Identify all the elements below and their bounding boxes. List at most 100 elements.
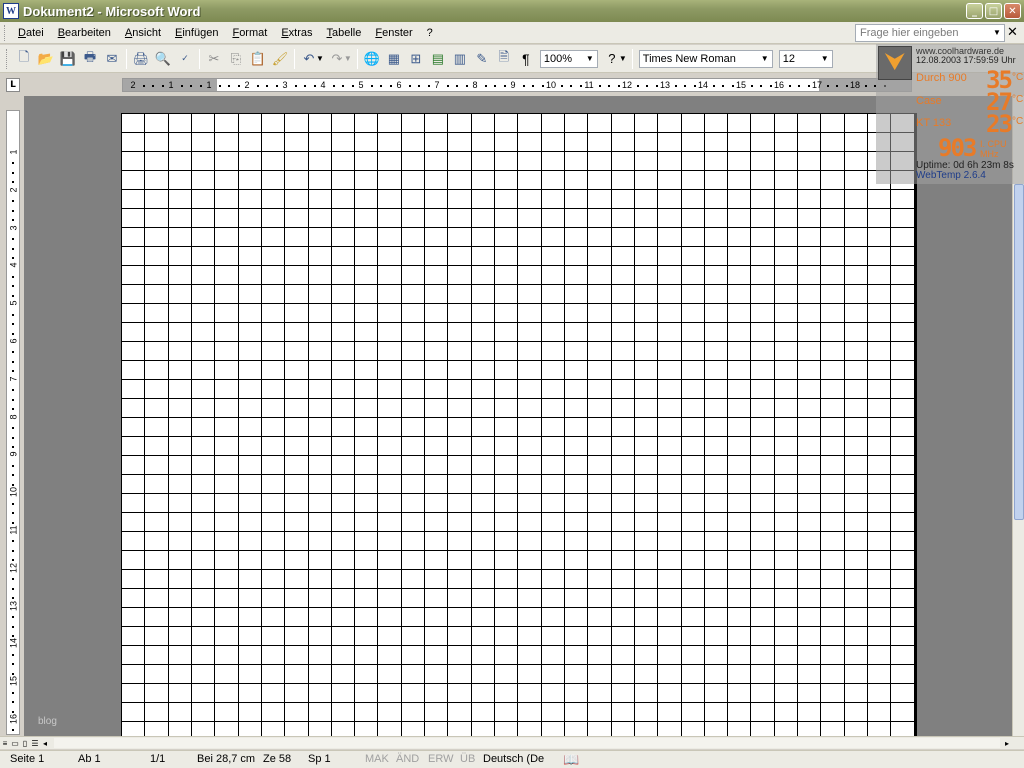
table-cell[interactable]	[680, 683, 705, 703]
table-cell[interactable]	[540, 341, 565, 361]
table-cell[interactable]	[120, 474, 146, 494]
table-cell[interactable]	[237, 436, 262, 456]
table-cell[interactable]	[820, 322, 845, 342]
table-cell[interactable]	[330, 683, 356, 703]
tables-borders-icon[interactable]: ▦	[383, 48, 405, 70]
table-cell[interactable]	[190, 569, 216, 589]
table-cell[interactable]	[447, 531, 472, 551]
table-cell[interactable]	[493, 189, 519, 209]
table-cell[interactable]	[797, 208, 822, 228]
table-cell[interactable]	[307, 379, 332, 399]
table-cell[interactable]	[214, 569, 239, 589]
table-cell[interactable]	[214, 550, 239, 570]
table-cell[interactable]	[820, 531, 845, 551]
table-cell[interactable]	[144, 683, 169, 703]
table-cell[interactable]	[563, 550, 589, 570]
table-cell[interactable]	[610, 455, 635, 475]
table-cell[interactable]	[866, 645, 892, 665]
table-cell[interactable]	[657, 189, 682, 209]
table-cell[interactable]	[424, 227, 449, 247]
table-cell[interactable]	[797, 265, 822, 285]
table-cell[interactable]	[493, 303, 519, 323]
table-cell[interactable]	[517, 284, 542, 304]
table-cell[interactable]	[354, 512, 379, 532]
table-cell[interactable]	[167, 170, 192, 190]
table-cell[interactable]	[120, 170, 146, 190]
table-cell[interactable]	[400, 683, 426, 703]
table-cell[interactable]	[890, 246, 915, 266]
table-cell[interactable]	[330, 645, 356, 665]
table-cell[interactable]	[866, 721, 892, 736]
table-cell[interactable]	[144, 265, 169, 285]
table-cell[interactable]	[587, 436, 612, 456]
table-cell[interactable]	[797, 227, 822, 247]
table-cell[interactable]	[190, 208, 216, 228]
table-cell[interactable]	[447, 417, 472, 437]
table-cell[interactable]	[260, 208, 286, 228]
table-cell[interactable]	[610, 607, 635, 627]
table-cell[interactable]	[284, 645, 309, 665]
table-cell[interactable]	[330, 208, 356, 228]
table-cell[interactable]	[377, 113, 402, 133]
table-cell[interactable]	[214, 417, 239, 437]
table-cell[interactable]	[307, 626, 332, 646]
table-cell[interactable]	[750, 512, 775, 532]
table-cell[interactable]	[820, 664, 845, 684]
table-cell[interactable]	[820, 702, 845, 722]
table-cell[interactable]	[820, 645, 845, 665]
table-cell[interactable]	[377, 721, 402, 736]
table-cell[interactable]	[633, 132, 659, 152]
table-cell[interactable]	[703, 626, 729, 646]
table-cell[interactable]	[470, 683, 496, 703]
table-cell[interactable]	[820, 398, 845, 418]
table-cell[interactable]	[237, 626, 262, 646]
table-cell[interactable]	[424, 645, 449, 665]
table-cell[interactable]	[144, 208, 169, 228]
table-cell[interactable]	[517, 512, 542, 532]
table-cell[interactable]	[190, 170, 216, 190]
table-cell[interactable]	[260, 189, 286, 209]
table-cell[interactable]	[657, 493, 682, 513]
table-cell[interactable]	[680, 113, 705, 133]
table-cell[interactable]	[330, 246, 356, 266]
table-cell[interactable]	[727, 303, 752, 323]
table-cell[interactable]	[307, 227, 332, 247]
table-cell[interactable]	[447, 379, 472, 399]
status-extend[interactable]: ERW	[428, 751, 453, 768]
table-cell[interactable]	[260, 550, 286, 570]
table-cell[interactable]	[703, 474, 729, 494]
table-cell[interactable]	[773, 303, 799, 323]
table-cell[interactable]	[167, 645, 192, 665]
table-cell[interactable]	[680, 455, 705, 475]
table-cell[interactable]	[657, 303, 682, 323]
table-cell[interactable]	[610, 398, 635, 418]
table-cell[interactable]	[470, 702, 496, 722]
table-cell[interactable]	[470, 208, 496, 228]
table-cell[interactable]	[610, 645, 635, 665]
table-cell[interactable]	[727, 398, 752, 418]
table-cell[interactable]	[610, 227, 635, 247]
table-cell[interactable]	[540, 303, 565, 323]
table-cell[interactable]	[377, 588, 402, 608]
table-cell[interactable]	[354, 493, 379, 513]
table-cell[interactable]	[470, 113, 496, 133]
columns-icon[interactable]: ▥	[449, 48, 471, 70]
table-cell[interactable]	[260, 664, 286, 684]
table-cell[interactable]	[377, 436, 402, 456]
table-cell[interactable]	[214, 113, 239, 133]
menu-einfuegen[interactable]: Einfügen	[168, 23, 225, 43]
table-cell[interactable]	[447, 151, 472, 171]
table-cell[interactable]	[447, 189, 472, 209]
table-cell[interactable]	[470, 246, 496, 266]
table-cell[interactable]	[237, 607, 262, 627]
table-cell[interactable]	[517, 626, 542, 646]
table-cell[interactable]	[284, 626, 309, 646]
table-cell[interactable]	[354, 683, 379, 703]
table-cell[interactable]	[797, 550, 822, 570]
table-cell[interactable]	[563, 455, 589, 475]
table-cell[interactable]	[400, 303, 426, 323]
table-cell[interactable]	[680, 189, 705, 209]
table-cell[interactable]	[587, 455, 612, 475]
table-cell[interactable]	[657, 379, 682, 399]
table-cell[interactable]	[237, 493, 262, 513]
